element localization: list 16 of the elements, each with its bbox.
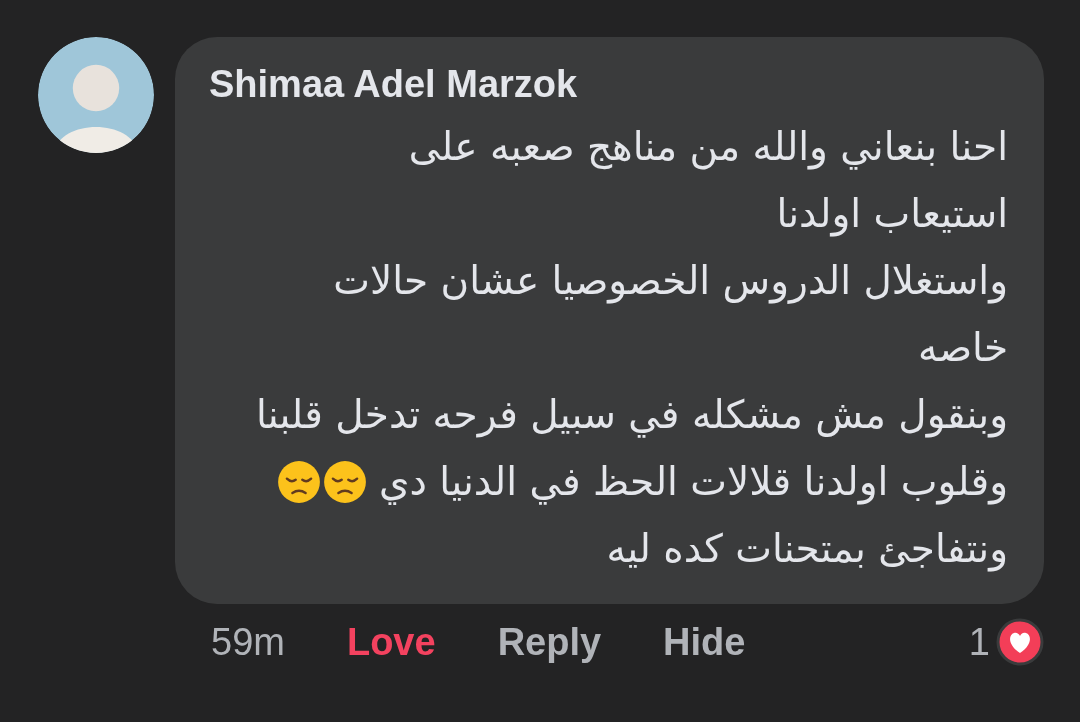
hide-link[interactable]: Hide — [663, 620, 746, 664]
comment-text: استيعاب اولدنا — [776, 191, 1008, 236]
avatar[interactable] — [38, 37, 154, 153]
comment-text: واستغلال الدروس الخصوصيا عشان حالات — [333, 258, 1008, 303]
pensive-face-icon — [323, 459, 368, 504]
timestamp: 59m — [211, 620, 285, 664]
comment-text: ونتفاجئ بمتحنات كده ليه — [606, 526, 1008, 571]
love-link[interactable]: Love — [346, 620, 436, 664]
pensive-face-icon — [277, 459, 322, 504]
author-name[interactable]: Shimaa Adel Marzok — [209, 59, 1008, 109]
comment-text: خاصه — [917, 325, 1008, 370]
reply-link[interactable]: Reply — [497, 620, 602, 664]
comment-text: وبنقول مش مشكله في سبيل فرحه تدخل قلبنا — [255, 392, 1008, 437]
comment-text: احنا بنعاني والله من مناهج صعبه على — [408, 124, 1008, 169]
comment-text: وقلوب اولدنا قلالات الحظ في الدنيا دي — [379, 459, 1008, 504]
reaction-count: 1 — [968, 620, 990, 664]
